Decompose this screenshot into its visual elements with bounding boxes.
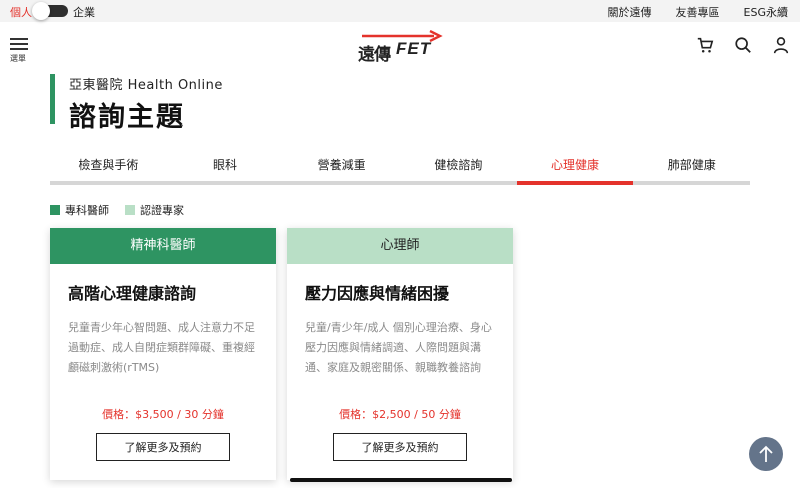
site-header: 選單 遠傳 FET [0, 22, 800, 70]
legend-swatch-expert [125, 205, 135, 215]
link-esg[interactable]: ESG永續 [744, 4, 788, 20]
card-category: 精神科醫師 [50, 228, 276, 264]
link-about[interactable]: 關於遠傳 [608, 4, 652, 20]
header-icons [696, 36, 790, 54]
user-icon[interactable] [772, 36, 790, 54]
persona-toggle-knob[interactable] [32, 2, 50, 20]
cart-icon[interactable] [696, 36, 714, 54]
menu-icon-bar [10, 48, 28, 50]
learn-more-button[interactable]: 了解更多及預約 [96, 433, 230, 461]
card-title: 壓力因應與情緒困擾 [305, 284, 450, 303]
legend: 專科醫師 認證專家 [50, 202, 184, 218]
tab-lung-health[interactable]: 肺部健康 [633, 150, 750, 181]
legend-swatch-doctor [50, 205, 60, 215]
persona-personal-label[interactable]: 個人 [10, 4, 32, 20]
tab-nutrition[interactable]: 營養減重 [283, 150, 400, 181]
card-title: 高階心理健康諮詢 [68, 284, 197, 303]
persona-business-label[interactable]: 企業 [73, 4, 95, 20]
home-indicator [290, 478, 512, 482]
legend-item-expert: 認證專家 [125, 202, 184, 218]
section-subtitle: 亞東醫院 Health Online [69, 78, 223, 93]
logo-chinese: 遠傳 [358, 45, 391, 65]
consult-card: 精神科醫師 高階心理健康諮詢 兒童青少年心智問題、成人注意力不足過動症、成人自閉… [50, 228, 276, 480]
legend-item-doctor: 專科醫師 [50, 202, 109, 218]
menu-button[interactable]: 選單 [10, 38, 32, 64]
search-icon[interactable] [734, 36, 752, 54]
menu-label: 選單 [10, 54, 26, 63]
menu-icon-bar [10, 43, 28, 45]
arrow-up-icon [759, 445, 773, 462]
menu-icon [10, 38, 28, 40]
tab-surgery[interactable]: 檢查與手術 [50, 150, 167, 181]
topic-tabs: 檢查與手術 眼科 營養減重 健檢諮詢 心理健康 肺部健康 [50, 150, 750, 185]
page-title: 諮詢主題 [69, 102, 185, 133]
card-description: 兒童青少年心智問題、成人注意力不足過動症、成人自閉症類群障礙、重複經顱磁刺激術(… [68, 321, 255, 374]
link-accessibility[interactable]: 友善專區 [676, 4, 720, 20]
section-heading: 亞東醫院 Health Online 諮詢主題 [50, 74, 223, 133]
legend-label-doctor: 專科醫師 [65, 204, 109, 217]
tab-checkup[interactable]: 健檢諮詢 [400, 150, 517, 181]
card-description: 兒童/青少年/成人 個別心理治療、身心壓力因應與情緒調適、人際問題與溝通、家庭及… [305, 321, 492, 374]
fet-logo[interactable]: 遠傳 FET [358, 30, 444, 65]
legend-label-expert: 認證專家 [140, 204, 184, 217]
card-category: 心理師 [287, 228, 513, 264]
card-price: 價格：$2,500 / 50 分鐘 [339, 408, 461, 421]
logo-latin: FET [396, 39, 432, 58]
top-utility-bar: 個人 企業 關於遠傳 友善專區 ESG永續 [0, 0, 800, 22]
tab-ophthalmology[interactable]: 眼科 [167, 150, 284, 181]
tab-mental-health[interactable]: 心理健康 [516, 150, 634, 185]
back-to-top-button[interactable] [749, 437, 783, 471]
card-price: 價格：$3,500 / 30 分鐘 [102, 408, 224, 421]
learn-more-button[interactable]: 了解更多及預約 [333, 433, 467, 461]
consult-card: 心理師 壓力因應與情緒困擾 兒童/青少年/成人 個別心理治療、身心壓力因應與情緒… [287, 228, 513, 480]
top-links: 關於遠傳 友善專區 ESG永續 [608, 4, 788, 20]
